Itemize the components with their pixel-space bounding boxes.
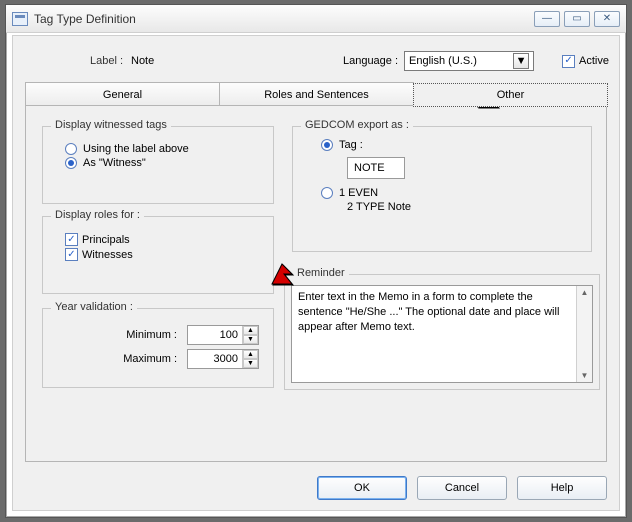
titlebar: Tag Type Definition — ▭ ✕: [6, 5, 626, 33]
active-label: Active: [579, 55, 609, 67]
chevron-down-icon[interactable]: ▼: [243, 335, 258, 344]
language-select[interactable]: English (U.S.) ▼: [404, 51, 534, 71]
tab-roles-sentences[interactable]: Roles and Sentences: [219, 82, 414, 106]
window-buttons: — ▭ ✕: [534, 11, 620, 27]
window-title: Tag Type Definition: [34, 12, 534, 26]
close-button[interactable]: ✕: [594, 11, 620, 27]
tab-page-other: Display witnessed tags Using the label a…: [25, 105, 607, 462]
language-value: English (U.S.): [409, 55, 477, 67]
max-year-row: Maximum : 3000 ▲ ▼: [43, 349, 259, 369]
check-witnesses[interactable]: ✓ Witnesses: [65, 248, 273, 261]
radio-icon: [65, 143, 77, 155]
radio-gedcom-tag[interactable]: Tag :: [321, 139, 591, 151]
app-icon: [12, 12, 28, 26]
max-year-input[interactable]: 3000 ▲ ▼: [187, 349, 259, 369]
spinner-arrows[interactable]: ▲ ▼: [242, 326, 258, 344]
checkbox-icon: ✓: [562, 55, 575, 68]
radio-icon: [321, 187, 333, 199]
gedcom-tag-input[interactable]: NOTE: [347, 157, 405, 179]
dialog-window: Tag Type Definition — ▭ ✕ Label : Note L…: [5, 4, 627, 518]
maximize-button[interactable]: ▭: [564, 11, 590, 27]
chevron-up-icon[interactable]: ▲: [243, 350, 258, 359]
chevron-up-icon[interactable]: ▲: [581, 286, 589, 299]
label-value: Note: [131, 55, 251, 67]
label-caption: Label :: [23, 55, 123, 67]
spinner-arrows[interactable]: ▲ ▼: [242, 350, 258, 368]
header-row: Label : Note Language : English (U.S.) ▼…: [23, 50, 609, 72]
reminder-textarea[interactable]: Enter text in the Memo in a form to comp…: [291, 285, 593, 383]
client-area: Label : Note Language : English (U.S.) ▼…: [12, 35, 620, 511]
scrollbar[interactable]: ▲ ▼: [576, 286, 592, 382]
tab-strip: General Roles and Sentences Other: [25, 82, 607, 106]
check-principals[interactable]: ✓ Principals: [65, 233, 273, 246]
minimize-button[interactable]: —: [534, 11, 560, 27]
group-year-validation: Year validation : Minimum : 100 ▲ ▼: [42, 308, 274, 388]
radio-as-witness[interactable]: As "Witness": [65, 157, 273, 169]
tab-other[interactable]: Other: [413, 83, 608, 107]
language-caption: Language :: [343, 55, 398, 67]
chevron-down-icon: ▼: [513, 53, 529, 69]
checkbox-icon: ✓: [65, 233, 78, 246]
radio-icon: [65, 157, 77, 169]
group-legend: Display roles for :: [51, 209, 144, 221]
group-display-roles: Display roles for : ✓ Principals ✓ Witne…: [42, 216, 274, 294]
radio-gedcom-even[interactable]: 1 EVEN: [321, 187, 591, 199]
radio-icon: [321, 139, 333, 151]
gedcom-type-sub: 2 TYPE Note: [347, 201, 591, 213]
min-year-input[interactable]: 100 ▲ ▼: [187, 325, 259, 345]
max-label: Maximum :: [123, 353, 177, 365]
checkbox-icon: ✓: [65, 248, 78, 261]
ok-button[interactable]: OK: [317, 476, 407, 500]
cancel-button[interactable]: Cancel: [417, 476, 507, 500]
button-row: OK Cancel Help: [317, 476, 607, 500]
group-legend: Year validation :: [51, 301, 137, 313]
chevron-down-icon[interactable]: ▼: [581, 369, 589, 382]
tab-general[interactable]: General: [25, 82, 220, 106]
group-reminder: Reminder Enter text in the Memo in a for…: [284, 274, 600, 390]
reminder-text: Enter text in the Memo in a form to comp…: [292, 286, 576, 382]
group-legend: GEDCOM export as :: [301, 119, 413, 131]
radio-using-label[interactable]: Using the label above: [65, 143, 273, 155]
group-gedcom-export: GEDCOM export as : Tag : NOTE 1 EVEN 2 T…: [292, 126, 592, 252]
group-legend: Reminder: [293, 267, 349, 279]
chevron-down-icon[interactable]: ▼: [243, 359, 258, 368]
group-witnessed-tags: Display witnessed tags Using the label a…: [42, 126, 274, 204]
chevron-up-icon[interactable]: ▲: [243, 326, 258, 335]
active-checkbox[interactable]: ✓ Active: [562, 55, 609, 68]
group-legend: Display witnessed tags: [51, 119, 171, 131]
help-button[interactable]: Help: [517, 476, 607, 500]
min-label: Minimum :: [126, 329, 177, 341]
min-year-row: Minimum : 100 ▲ ▼: [43, 325, 259, 345]
